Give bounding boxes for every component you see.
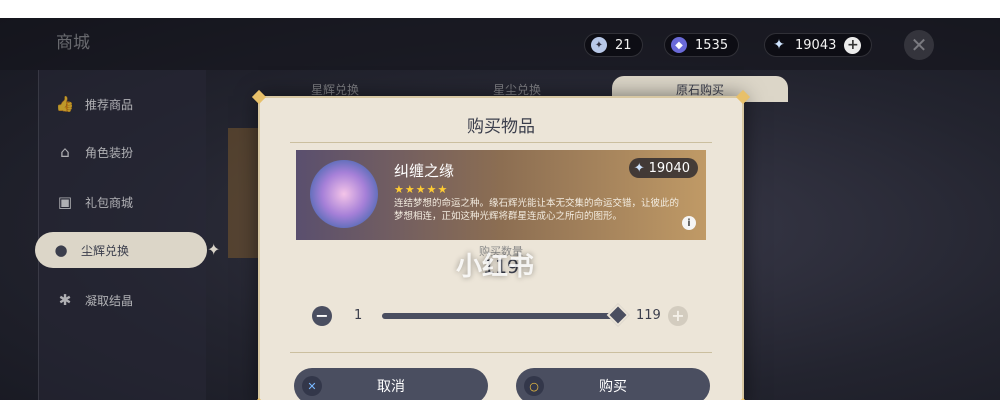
circle-icon: ○ [524, 376, 544, 396]
close-shop-button[interactable]: ✕ [904, 30, 934, 60]
crystal-icon: ✱ [58, 291, 72, 309]
add-primogem-button[interactable]: + [844, 36, 862, 54]
fate-count: 21 [615, 37, 632, 53]
item-name: 纠缠之缘 [394, 162, 455, 180]
primogem-currency: ✦ 19043 + [764, 33, 873, 57]
slider-handle[interactable] [606, 303, 630, 327]
confirm-purchase-button[interactable]: ○ 购买 [516, 368, 710, 400]
top-bar: 商城 ✦ 21 ◆ 1535 ✦ 19043 + ✕ [0, 18, 1000, 70]
active-star-icon: ✦ [207, 240, 221, 259]
item-card: 纠缠之缘 ★★★★★ 连结梦想的命运之种。缘石辉光能让本无交集的命运交错，让彼此… [296, 150, 706, 240]
divider [290, 142, 712, 143]
sidebar: 👍 推荐商品 ⌂ 角色装扮 ▣ 礼包商城 ● 尘辉兑换 ✱ 凝取结晶 [35, 70, 207, 400]
confirm-label: 购买 [599, 379, 627, 395]
slider-track[interactable] [382, 303, 630, 327]
sidebar-item-gifts[interactable]: ▣ 礼包商城 [39, 184, 207, 220]
slider-min-label: 1 [354, 308, 363, 323]
fate-currency: ✦ 21 [584, 33, 643, 57]
quantity-slider: − 1 119 + [312, 303, 692, 328]
cancel-label: 取消 [377, 379, 405, 395]
slider-fill [382, 313, 618, 319]
watermark: 小红书 [456, 252, 535, 282]
dialog-title: 购买物品 [467, 117, 535, 137]
intertwined-fate-icon [310, 160, 378, 228]
x-icon: ✕ [302, 376, 322, 396]
item-price: 19040 [648, 160, 690, 176]
increase-button[interactable]: + [668, 306, 688, 326]
info-icon[interactable]: i [682, 216, 696, 230]
sidebar-item-label: 角色装扮 [85, 145, 134, 160]
sidebar-item-label: 礼包商城 [85, 195, 134, 210]
sidebar-item-crystal[interactable]: ✱ 凝取结晶 [39, 282, 207, 318]
item-description: 连结梦想的命运之种。缘石辉光能让本无交集的命运交错，让彼此的梦想相连，正如这种光… [394, 198, 680, 222]
price-badge: ✦ 19040 [628, 158, 698, 178]
decrease-button[interactable]: − [312, 306, 332, 326]
sidebar-item-label: 凝取结晶 [85, 293, 134, 308]
sidebar-item-outfits[interactable]: ⌂ 角色装扮 [39, 134, 207, 170]
divider [290, 352, 712, 353]
sidebar-item-label: 推荐商品 [85, 97, 134, 112]
starglitter-count: 1535 [695, 37, 729, 53]
sidebar-item-label: 尘辉兑换 [81, 243, 130, 258]
primogem-icon: ✦ [633, 160, 645, 176]
gift-icon: ▣ [57, 193, 73, 211]
game-scene: 商城 ✦ 21 ◆ 1535 ✦ 19043 + ✕ 👍 推荐商品 ⌂ 角色装扮… [0, 18, 1000, 400]
shop-title: 商城 [56, 33, 90, 53]
close-icon: ✕ [910, 33, 928, 57]
hanger-icon: ⌂ [60, 143, 70, 161]
pouch-icon: ● [54, 241, 68, 259]
slider-max-label: 119 [636, 308, 661, 323]
cancel-button[interactable]: ✕ 取消 [294, 368, 488, 400]
starglitter-currency: ◆ 1535 [664, 33, 740, 57]
item-rarity-stars: ★★★★★ [394, 183, 449, 196]
sidebar-item-recommended[interactable]: 👍 推荐商品 [39, 86, 207, 122]
thumbs-up-icon: 👍 [55, 95, 75, 113]
sidebar-item-stardust-exchange[interactable]: ● 尘辉兑换 [35, 232, 207, 268]
starglitter-icon: ◆ [671, 37, 687, 53]
primogem-count: 19043 [795, 37, 837, 53]
primogem-icon: ✦ [773, 37, 785, 53]
fate-icon: ✦ [591, 37, 607, 53]
